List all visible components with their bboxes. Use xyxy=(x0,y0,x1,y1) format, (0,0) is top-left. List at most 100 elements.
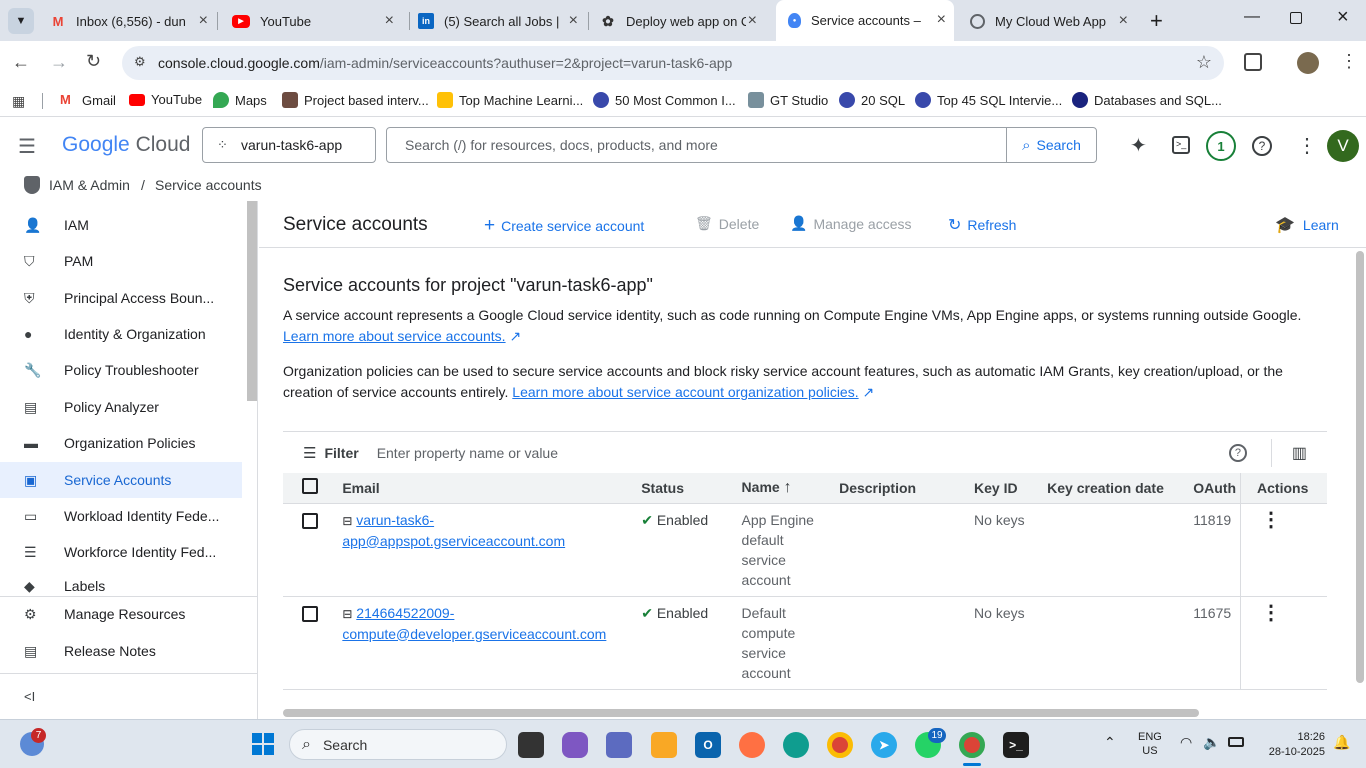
tab-linkedin[interactable]: in (5) Search all Jobs | L × xyxy=(418,6,580,36)
tab-chatgpt[interactable]: ✿ Deploy web app on C × xyxy=(600,6,765,36)
bookmark-top-45-sql[interactable]: Top 45 SQL Intervie... xyxy=(915,92,1062,108)
sidebar-item-policy-analyzer[interactable]: ▤ Policy Analyzer xyxy=(0,389,242,425)
row-checkbox[interactable] xyxy=(302,512,318,529)
refresh-button[interactable]: ↻ Refresh xyxy=(948,215,1016,235)
tab-youtube[interactable]: ▶ YouTube × xyxy=(232,6,402,36)
more-options-icon[interactable]: ⋮ xyxy=(1297,133,1317,158)
sidebar-item-workforce-identity[interactable]: ☰ Workforce Identity Fed... xyxy=(0,534,242,570)
bookmark-gmail[interactable]: M Gmail xyxy=(60,92,116,108)
account-avatar[interactable]: V xyxy=(1327,130,1359,162)
bookmark-maps[interactable]: Maps xyxy=(213,92,267,108)
volume-icon[interactable]: 🔈 xyxy=(1203,734,1220,751)
tab-gmail[interactable]: M Inbox (6,556) - duntik × xyxy=(50,6,210,36)
minimize-icon[interactable]: — xyxy=(1244,8,1260,26)
back-icon[interactable]: ← xyxy=(12,52,30,73)
close-icon[interactable]: × xyxy=(569,12,578,30)
col-email[interactable]: Email xyxy=(338,473,638,504)
browser-menu-icon[interactable]: ⋮ xyxy=(1340,51,1358,72)
col-oauth[interactable]: OAuth xyxy=(1189,473,1241,504)
sidebar-item-pam[interactable]: ⛉ PAM xyxy=(0,243,242,279)
search-button[interactable]: ⌕ Search xyxy=(1006,128,1096,162)
apps-grid-icon[interactable]: ▦ xyxy=(12,93,25,110)
cloud-shell-icon[interactable]: >_ xyxy=(1172,136,1190,154)
learn-more-service-accounts-link[interactable]: Learn more about service accounts. xyxy=(283,328,506,344)
teams-icon[interactable] xyxy=(606,732,632,758)
bookmark-gt-studio[interactable]: GT Studio xyxy=(748,92,828,108)
column-display-icon[interactable]: ▥ xyxy=(1292,443,1307,463)
sidebar-item-workload-identity[interactable]: ▭ Workload Identity Fede... xyxy=(0,498,242,534)
select-all-checkbox[interactable] xyxy=(302,478,318,495)
sidebar-release-notes[interactable]: ▤ Release Notes xyxy=(0,633,242,669)
search-input[interactable]: Search (/) for resources, docs, products… xyxy=(387,137,1006,153)
bookmark-top-ml[interactable]: Top Machine Learni... xyxy=(437,92,583,108)
reload-icon[interactable]: ↻ xyxy=(86,51,101,72)
chrome-active-icon[interactable] xyxy=(959,732,985,758)
hamburger-menu-icon[interactable]: ☰ xyxy=(18,134,36,159)
bookmark-50-common[interactable]: 50 Most Common I... xyxy=(593,92,736,108)
wifi-icon[interactable]: ◠ xyxy=(1180,734,1192,751)
row-actions-menu-icon[interactable]: ⋮ xyxy=(1261,509,1281,531)
col-status[interactable]: Status xyxy=(637,473,738,504)
collapse-sidebar-icon[interactable]: <I xyxy=(24,689,35,704)
service-account-email-link[interactable]: varun-task6- app@appspot.gserviceaccount.… xyxy=(342,512,565,549)
edge-icon[interactable] xyxy=(783,732,809,758)
help-icon[interactable]: ? xyxy=(1228,443,1247,462)
delete-button[interactable]: 🗑 Delete xyxy=(695,215,759,232)
col-key-id[interactable]: Key ID xyxy=(970,473,1044,504)
bookmark-youtube[interactable]: YouTube xyxy=(129,92,202,107)
extensions-icon[interactable] xyxy=(1244,53,1262,71)
learn-button[interactable]: 🎓 Learn xyxy=(1275,215,1339,235)
notification-bell-icon[interactable]: 🔔 xyxy=(1333,734,1350,751)
main-vertical-scrollbar[interactable] xyxy=(1356,251,1364,683)
bookmark-databases-sql[interactable]: Databases and SQL... xyxy=(1072,92,1222,108)
clock[interactable]: 18:26 28-10-2025 xyxy=(1260,730,1325,760)
console-search[interactable]: Search (/) for resources, docs, products… xyxy=(386,127,1097,163)
close-icon[interactable]: × xyxy=(385,12,394,30)
sidebar-scrollbar[interactable] xyxy=(247,201,257,401)
restore-icon[interactable] xyxy=(1290,12,1302,24)
firefox-icon[interactable] xyxy=(739,732,765,758)
col-description[interactable]: Description xyxy=(835,473,971,504)
bookmark-20-sql[interactable]: 20 SQL xyxy=(839,92,905,108)
manage-access-button[interactable]: 👤 Manage access xyxy=(790,215,912,232)
close-icon[interactable]: × xyxy=(748,12,757,30)
row-actions-menu-icon[interactable]: ⋮ xyxy=(1261,602,1281,624)
omnibox[interactable]: ⚙ console.cloud.google.com/iam-admin/ser… xyxy=(122,46,1224,80)
sidebar-manage-resources[interactable]: ⚙ Manage Resources xyxy=(0,596,242,632)
sidebar-item-org-policies[interactable]: ▬ Organization Policies xyxy=(0,425,242,461)
row-checkbox[interactable] xyxy=(302,605,318,622)
forward-icon[interactable]: → xyxy=(50,52,68,73)
help-icon[interactable]: ? xyxy=(1252,136,1272,156)
google-cloud-logo[interactable]: Google Cloud xyxy=(62,133,190,157)
project-picker[interactable]: ⁘ varun-task6-app xyxy=(202,127,376,163)
breadcrumb-parent[interactable]: IAM & Admin xyxy=(49,177,130,193)
tab-my-cloud-web-app[interactable]: My Cloud Web App × xyxy=(970,6,1130,36)
taskbar-search-box[interactable]: ⌕ Search xyxy=(289,729,507,760)
start-button-icon[interactable] xyxy=(252,733,274,755)
battery-icon[interactable] xyxy=(1228,737,1244,747)
notifications-badge[interactable]: 1 xyxy=(1206,131,1236,161)
tab-service-accounts[interactable]: ● Service accounts – IA × xyxy=(776,0,954,41)
col-key-creation-date[interactable]: Key creation date xyxy=(1043,473,1190,504)
copilot-icon[interactable] xyxy=(562,732,588,758)
site-info-icon[interactable]: ⚙ xyxy=(134,54,146,70)
create-service-account-button[interactable]: + Create service account xyxy=(484,215,644,237)
profile-avatar[interactable] xyxy=(1297,52,1319,74)
col-name[interactable]: Name ↑ xyxy=(737,473,836,504)
file-explorer-icon[interactable] xyxy=(651,732,677,758)
terminal-icon[interactable]: >_ xyxy=(1003,732,1029,758)
language-indicator[interactable]: ENG US xyxy=(1138,730,1162,758)
filter-input[interactable]: Enter property name or value xyxy=(377,445,1229,461)
close-icon[interactable]: × xyxy=(199,12,208,30)
sidebar-item-principal-access[interactable]: ⛨ Principal Access Boun... xyxy=(0,280,242,316)
tab-search-button[interactable]: ▼ xyxy=(8,8,34,34)
new-tab-icon[interactable]: + xyxy=(1150,8,1163,34)
sidebar-item-iam[interactable]: 👤 IAM xyxy=(0,207,242,243)
gemini-icon[interactable]: ✦ xyxy=(1130,133,1147,158)
close-icon[interactable]: × xyxy=(1119,12,1128,30)
outlook-icon[interactable]: O xyxy=(695,732,721,758)
close-icon[interactable]: × xyxy=(937,11,946,29)
service-account-email-link[interactable]: 214664522009- compute@developer.gservicea… xyxy=(342,605,606,642)
table-horizontal-scrollbar[interactable] xyxy=(283,709,1199,717)
sidebar-item-policy-troubleshooter[interactable]: 🔧 Policy Troubleshooter xyxy=(0,352,242,388)
